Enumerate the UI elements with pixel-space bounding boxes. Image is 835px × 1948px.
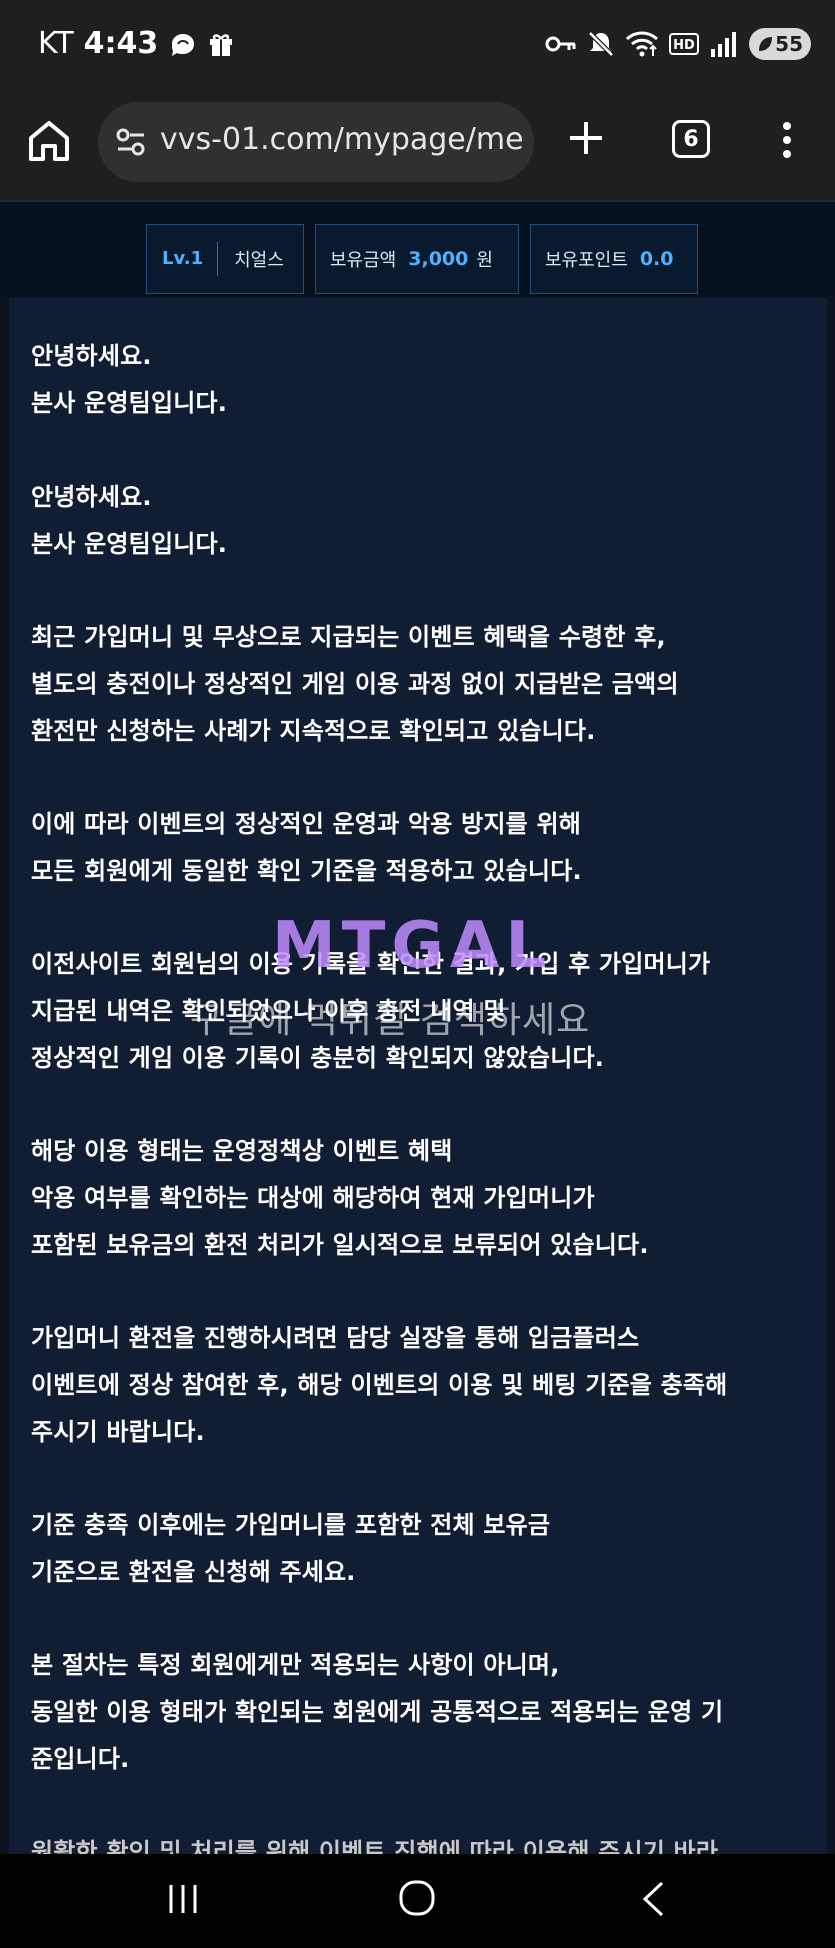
- address-bar[interactable]: vvs-01.com/mypage/mes: [98, 102, 534, 182]
- message-paragraph: 기준 충족 이후에는 가입머니를 포함한 전체 보유금 기준으로 환전을 신청해…: [31, 1502, 550, 1596]
- message-line: 가입머니 환전을 진행하시려면 담당 실장을 통해 입금플러스: [31, 1324, 640, 1352]
- browser-toolbar: vvs-01.com/mypage/mes 6: [0, 92, 835, 200]
- message-line: 준입니다.: [31, 1745, 130, 1773]
- message-line: 악용 여부를 확인하는 대상에 해당하여 현재 가입머니가: [31, 1184, 595, 1212]
- message-line: 주시기 바랍니다.: [31, 1418, 205, 1446]
- message-line: 본사 운영팀입니다.: [31, 530, 228, 558]
- message-paragraph: 안녕하세요. 본사 운영팀입니다.: [31, 333, 227, 427]
- message-line: 본 절차는 특정 회원에게만 적용되는 사항이 아니며,: [31, 1651, 560, 1679]
- status-left: KT 4:43: [38, 26, 234, 61]
- user-level: Lv.1: [147, 242, 219, 276]
- home-nav-icon[interactable]: [397, 1878, 437, 1918]
- site-settings-icon[interactable]: [116, 128, 146, 156]
- message-paragraph: 이에 따라 이벤트의 정상적인 운영과 악용 방지를 위해 모든 회원에게 동일…: [31, 801, 582, 895]
- message-line: 이전사이트 회원님의 이용 기록을 확인한 결과, 가입 후 가입머니가: [31, 950, 711, 978]
- tab-switcher-button[interactable]: 6: [672, 120, 710, 158]
- message-paragraph: 최근 가입머니 및 무상으로 지급되는 이벤트 혜택을 수령한 후, 별도의 충…: [31, 614, 679, 755]
- battery-level: 55: [775, 32, 803, 56]
- points-box: 보유포인트 0.0: [530, 224, 698, 294]
- username: 치얼스: [234, 250, 284, 271]
- gift-icon: [210, 33, 233, 56]
- message-line: 별도의 충전이나 정상적인 게임 이용 과정 없이 지급받은 금액의: [31, 670, 679, 698]
- balance-label: 보유금액: [330, 250, 397, 271]
- points-value: 0.0: [639, 248, 674, 270]
- home-button[interactable]: [26, 118, 72, 164]
- system-nav-bar: [0, 1854, 835, 1948]
- message-line: 기준 충족 이후에는 가입머니를 포함한 전체 보유금: [31, 1511, 551, 1539]
- message-line: 모든 회원에게 동일한 확인 기준을 적용하고 있습니다.: [31, 857, 582, 885]
- balance-box: 보유금액 3,000 원: [315, 224, 519, 294]
- hd-icon: HD: [669, 33, 699, 55]
- message-line: 최근 가입머니 및 무상으로 지급되는 이벤트 혜택을 수령한 후,: [31, 623, 666, 651]
- cloud-chat-icon: [172, 33, 195, 56]
- message-line: 원활한 확인 및 처리를 위해 이벤트 진행에 따라 이용해 주시기 바라: [31, 1838, 719, 1854]
- message-paragraph: 안녕하세요. 본사 운영팀입니다.: [31, 474, 227, 568]
- message-line: 안녕하세요.: [31, 483, 152, 511]
- svg-text:HD: HD: [673, 38, 695, 53]
- back-icon[interactable]: [640, 1880, 666, 1918]
- level-box: Lv.1 치얼스: [146, 224, 304, 294]
- url-text[interactable]: vvs-01.com/mypage/mes: [160, 122, 525, 157]
- message-line: 안녕하세요.: [31, 342, 152, 370]
- message-line: 정상적인 게임 이용 기록이 충분히 확인되지 않았습니다.: [31, 1044, 605, 1072]
- message-paragraph: 원활한 확인 및 처리를 위해 이벤트 진행에 따라 이용해 주시기 바라: [31, 1829, 718, 1854]
- message-line: 지급된 내역은 확인되었으나 이후 충전 내역 및: [31, 997, 506, 1025]
- status-right: HD 55: [545, 28, 811, 60]
- points-label: 보유포인트: [545, 250, 628, 271]
- new-tab-button[interactable]: [566, 118, 606, 158]
- more-options-button[interactable]: [772, 120, 802, 160]
- message-paragraph: 이전사이트 회원님의 이용 기록을 확인한 결과, 가입 후 가입머니가 지급된…: [31, 941, 710, 1082]
- message-paragraph: 본 절차는 특정 회원에게만 적용되는 사항이 아니며, 동일한 이용 형태가 …: [31, 1642, 723, 1783]
- balance-unit: 원: [476, 250, 493, 271]
- mute-icon: [588, 31, 614, 57]
- message-line: 포함된 보유금의 환전 처리가 일시적으로 보류되어 있습니다.: [31, 1231, 649, 1259]
- message-line: 기준으로 환전을 신청해 주세요.: [31, 1558, 356, 1586]
- message-line: 본사 운영팀입니다.: [31, 389, 228, 417]
- account-summary-bar: Lv.1 치얼스 보유금액 3,000 원 보유포인트 0.0: [0, 200, 835, 296]
- key-icon: [545, 36, 576, 52]
- message-line: 동일한 이용 형태가 확인되는 회원에게 공통적으로 적용되는 운영 기: [31, 1698, 724, 1726]
- message-line: 이벤트에 정상 참여한 후, 해당 이벤트의 이용 및 베팅 기준을 충족해: [31, 1371, 728, 1399]
- balance-value: 3,000: [408, 248, 469, 270]
- recent-apps-icon[interactable]: [166, 1882, 200, 1916]
- message-paragraph: 해당 이용 형태는 운영정책상 이벤트 혜택 악용 여부를 확인하는 대상에 해…: [31, 1128, 649, 1269]
- signal-icon: [711, 32, 736, 57]
- message-line: 환전만 신청하는 사례가 지속적으로 확인되고 있습니다.: [31, 717, 596, 745]
- clock-time: 4:43: [83, 26, 159, 61]
- message-paragraph: 가입머니 환전을 진행하시려면 담당 실장을 통해 입금플러스 이벤트에 정상 …: [31, 1315, 727, 1456]
- message-line: 이에 따라 이벤트의 정상적인 운영과 악용 방지를 위해: [31, 810, 582, 838]
- message-line: 해당 이용 형태는 운영정책상 이벤트 혜택: [31, 1137, 453, 1165]
- carrier-label: KT: [38, 26, 74, 61]
- battery-icon: 55: [749, 28, 811, 60]
- status-bar: KT 4:43 HD 55: [0, 0, 835, 92]
- wifi-icon: [626, 31, 658, 57]
- leaf-icon: [759, 37, 772, 51]
- message-body: 안녕하세요. 본사 운영팀입니다. 안녕하세요. 본사 운영팀입니다. 최근 가…: [9, 298, 827, 1854]
